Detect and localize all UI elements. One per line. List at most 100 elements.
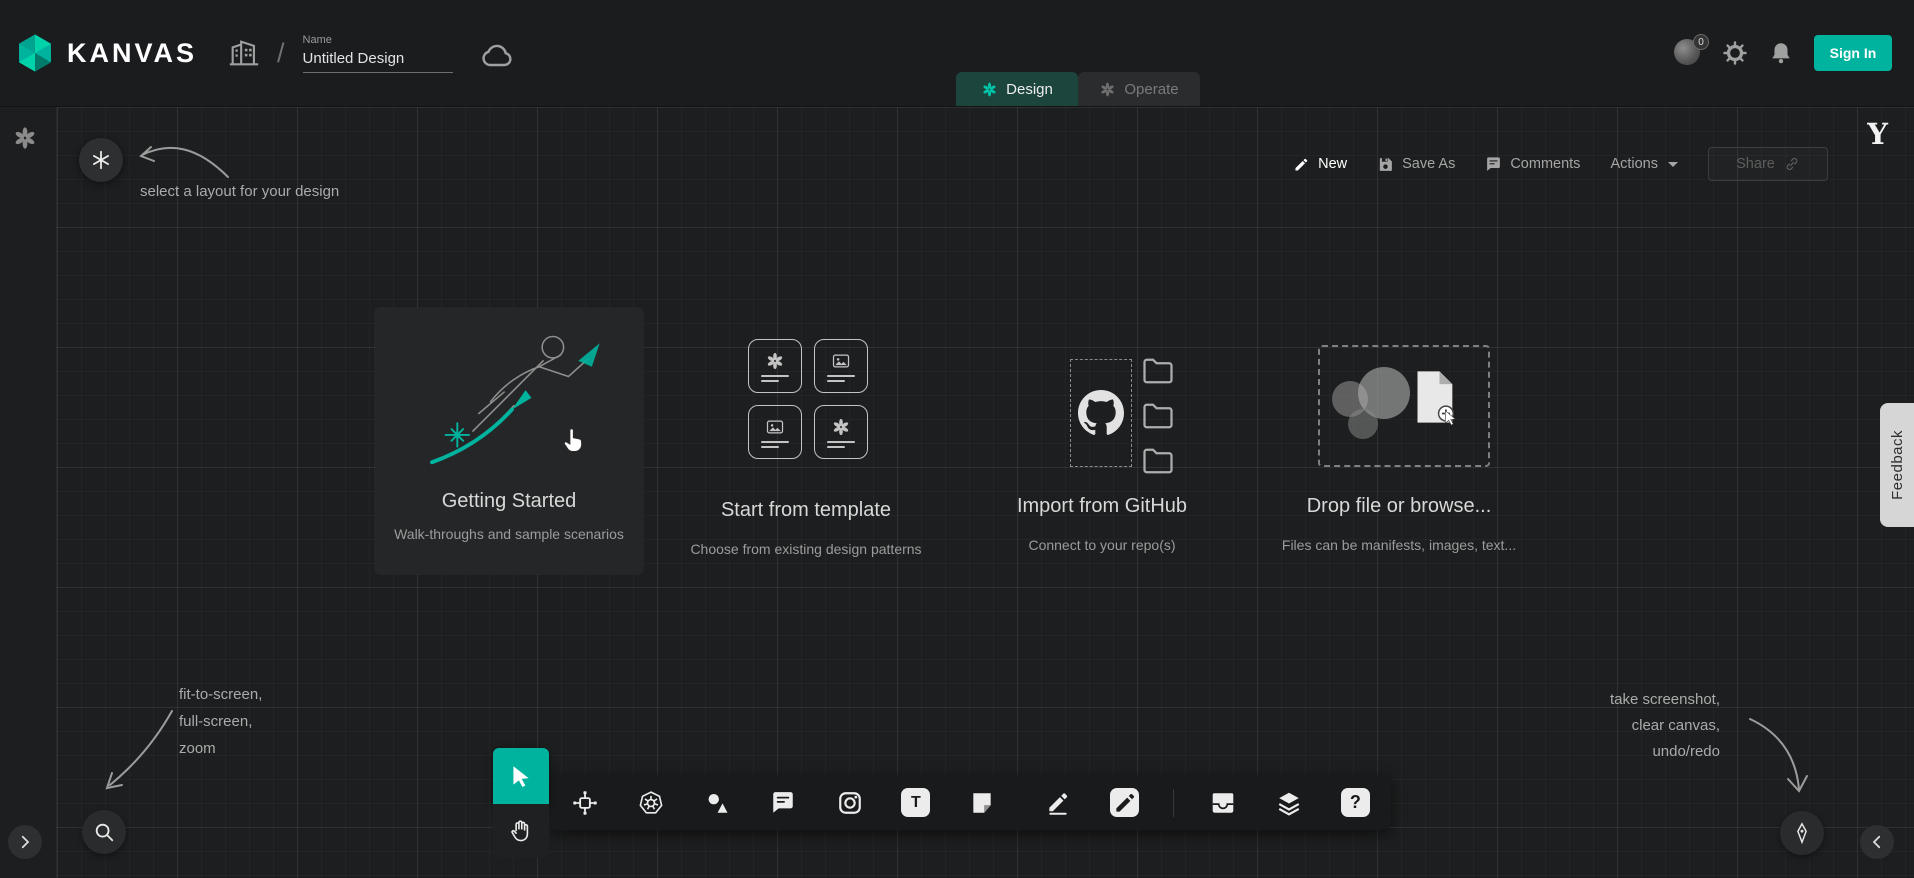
template-mini-card [748,405,802,459]
chevron-down-icon [1668,162,1678,172]
kanvas-logo-icon [14,32,56,74]
text-tool-icon: T [901,788,930,817]
chevron-left-icon [1868,833,1886,851]
canvas-toolbar: New Save As Comments Actions Share [1293,147,1828,181]
cloud-sync-button[interactable] [479,38,515,68]
image-icon [831,351,851,371]
zoom-hint-arrow-icon [92,705,180,799]
notifications-button[interactable] [1768,40,1794,66]
drop-file-title[interactable]: Drop file or browse... [1287,495,1511,518]
github-title[interactable]: Import from GitHub [988,495,1216,518]
save-icon [1377,156,1394,173]
design-mode-icon [981,81,998,98]
chevron-right-icon [16,833,34,851]
organization-icon-button[interactable] [227,36,261,70]
text-tool-button[interactable]: T [898,785,933,821]
selection-tool-group [493,748,549,858]
save-as-button[interactable]: Save As [1377,156,1455,173]
image-icon [837,790,863,816]
hierarchy-tool-button[interactable] [567,785,602,821]
image-icon [765,417,785,437]
layout-selector-button[interactable] [79,138,123,182]
screenshot-pen-button[interactable] [1780,811,1824,855]
comment-tool-button[interactable] [766,785,801,821]
folder-icon [1140,443,1176,479]
settings-button[interactable] [1722,40,1748,66]
new-design-button[interactable]: New [1293,156,1347,173]
zoom-hint-text: fit-to-screen, full-screen, zoom [179,681,262,762]
github-import-card[interactable] [1070,359,1132,467]
comments-button[interactable]: Comments [1485,156,1580,173]
media-tool-button[interactable] [832,785,867,821]
note-tool-button[interactable] [965,785,1000,821]
template-card[interactable] [748,339,868,459]
actions-dropdown[interactable]: Actions [1610,156,1678,172]
getting-started-illustration [393,316,625,472]
pan-tool-button[interactable] [493,804,549,858]
canvas-actions-hint-arrow-icon [1742,713,1814,799]
design-name-label: Name [303,34,453,46]
getting-started-title: Getting Started [375,490,643,513]
brand-mark: Y [1867,117,1888,151]
kanvas-app: KANVAS / Name Design Operate 0 [0,0,1914,878]
template-title[interactable]: Start from template [690,499,922,522]
pencil-icon [1293,156,1310,173]
cursor-icon [508,763,534,789]
sign-in-button[interactable]: Sign In [1814,35,1892,71]
gear-icon [1722,40,1748,66]
drop-file-zone[interactable] [1318,345,1490,467]
annotate-tool-button[interactable] [1041,785,1076,821]
design-name-input[interactable] [303,48,453,73]
getting-started-subtitle: Walk-throughs and sample scenarios [375,526,643,542]
expand-left-panel-button[interactable] [8,825,42,859]
pen-tool-button[interactable] [1107,785,1142,821]
pen-nib-icon [1791,822,1813,844]
tools-toolbar: T ? [549,775,1391,830]
help-tool-button[interactable]: ? [1338,785,1373,821]
kanvas-logo[interactable]: KANVAS [14,32,197,74]
tab-operate[interactable]: Operate [1078,72,1200,106]
layout-hint-text: select a layout for your design [140,183,339,200]
operate-mode-icon [1099,81,1116,98]
provider-menu-button[interactable]: 0 [1674,39,1702,67]
share-label: Share [1736,156,1775,172]
drop-file-subtitle: Files can be manifests, images, text... [1270,537,1528,553]
template-mini-card [814,339,868,393]
tab-design[interactable]: Design [956,72,1078,106]
layout-asterisk-icon [90,149,112,171]
share-button[interactable]: Share [1708,147,1828,181]
hand-icon [508,818,534,844]
shapes-icon [704,790,730,816]
save-as-label: Save As [1402,156,1455,172]
shapes-tool-button[interactable] [700,785,735,821]
app-header: KANVAS / Name Design Operate 0 [0,0,1914,107]
import-tool-button[interactable] [1205,785,1240,821]
layers-tool-button[interactable] [1271,785,1306,821]
getting-started-card[interactable]: Getting Started Walk-throughs and sample… [375,308,643,574]
select-tool-button[interactable] [493,748,549,804]
tab-design-label: Design [1006,81,1053,98]
question-icon: ? [1341,788,1370,817]
text-lines [761,441,789,448]
zoom-button[interactable] [82,810,126,854]
design-name-field: Name [303,34,453,73]
aperture-icon [765,351,785,371]
hand-cursor-icon [558,424,588,454]
kubernetes-tool-button[interactable] [633,785,668,821]
feedback-label: Feedback [1889,430,1906,500]
text-lines [827,375,855,382]
github-subtitle: Connect to your repo(s) [1002,537,1202,553]
tab-operate-label: Operate [1124,81,1178,98]
pencil-line-icon [1045,790,1071,816]
link-icon [1784,156,1800,172]
expand-right-panel-button[interactable] [1860,825,1894,859]
comment-icon [1485,156,1502,173]
feedback-button[interactable]: Feedback [1880,403,1914,527]
template-mini-card [748,339,802,393]
layers-icon [1276,790,1302,816]
design-canvas: select a layout for your design New Save… [0,107,1914,878]
folder-icon [1140,353,1176,389]
arrow-cursor-icon [1442,409,1462,429]
magnifier-icon [93,821,115,843]
cloud-icon [479,38,515,74]
